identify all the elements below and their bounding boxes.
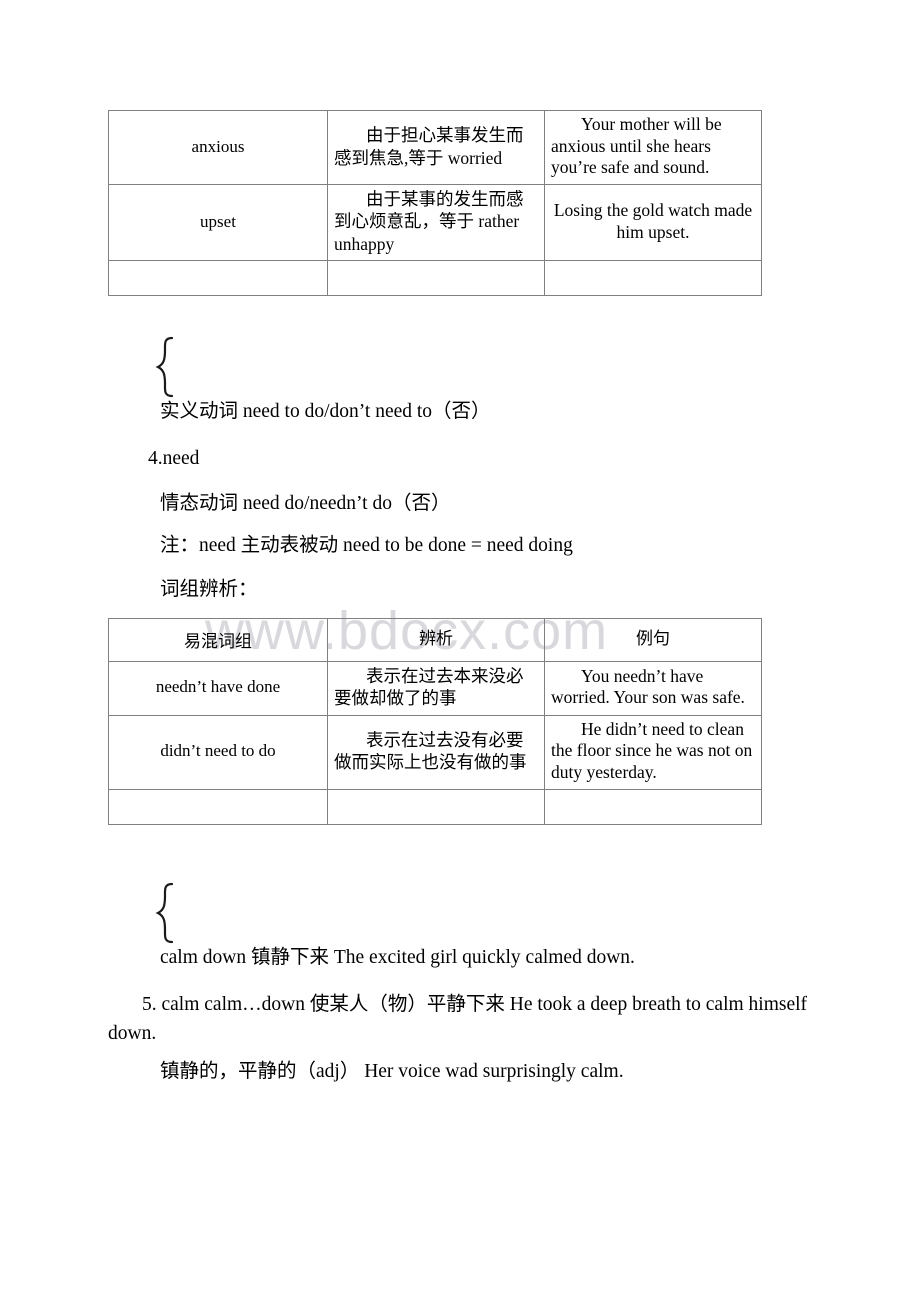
definition-cell: 由于某事的发生而感到心烦意乱，等于 rather unhappy — [327, 184, 545, 262]
document-page: www.bdocx.com anxious 由于担心某事发生而感到焦急,等于 w… — [0, 0, 920, 1302]
table-row: didn’t need to do 表示在过去没有必要做而实际上也没有做的事 H… — [108, 714, 762, 790]
calm-entry-paragraph: 5. calm calm…down 使某人（物）平静下来 He took a d… — [108, 994, 808, 1045]
modal-verb-line: 情态动词 need do/needn’t do（否） — [160, 493, 451, 514]
definition-cell: 由于担心某事发生而感到焦急,等于 worried — [327, 109, 545, 186]
empty-cell — [544, 788, 762, 825]
table-row: anxious 由于担心某事发生而感到焦急,等于 worried Your mo… — [108, 109, 762, 186]
table-header-row: 易混词组 辨析 例句 — [108, 618, 762, 662]
definition-cell: 表示在过去没有必要做而实际上也没有做的事 — [327, 714, 545, 790]
empty-cell — [544, 260, 762, 297]
empty-cell — [108, 788, 328, 825]
term-cell: didn’t need to do — [108, 714, 328, 790]
term-cell: upset — [108, 184, 328, 262]
left-curly-brace-icon — [148, 336, 188, 398]
empty-cell — [327, 260, 545, 297]
table-row-empty — [108, 788, 762, 825]
calm-adjective-line: 镇静的，平静的（adj） Her voice wad surprisingly … — [160, 1061, 624, 1082]
phrase-analysis-subheading: 词组辨析： — [160, 579, 258, 600]
example-cell: Your mother will be anxious until she he… — [544, 109, 762, 186]
table-row: upset 由于某事的发生而感到心烦意乱，等于 rather unhappy L… — [108, 184, 762, 262]
term-cell: anxious — [108, 109, 328, 186]
example-cell: He didn’t need to clean the floor since … — [544, 714, 762, 790]
notional-verb-line: 实义动词 need to do/don’t need to（否） — [160, 401, 491, 422]
adjective-comparison-table: anxious 由于担心某事发生而感到焦急,等于 worried Your mo… — [108, 109, 762, 297]
column-header-phrase: 易混词组 — [108, 618, 328, 662]
table-row-empty — [108, 260, 762, 297]
column-header-example: 例句 — [544, 618, 762, 662]
example-cell: You needn’t have worried. Your son was s… — [544, 661, 762, 716]
need-heading: 4.need — [148, 448, 200, 469]
column-header-analysis: 辨析 — [327, 618, 545, 662]
term-cell: needn’t have done — [108, 661, 328, 716]
phrase-comparison-table: 易混词组 辨析 例句 needn’t have done 表示在过去本来没必要做… — [108, 618, 762, 825]
definition-cell: 表示在过去本来没必要做却做了的事 — [327, 661, 545, 716]
empty-cell — [108, 260, 328, 297]
empty-cell — [327, 788, 545, 825]
left-curly-brace-icon — [148, 882, 188, 944]
example-cell: Losing the gold watch made him upset. — [544, 184, 762, 262]
need-remark-line: 注：need 主动表被动 need to be done = need doin… — [160, 535, 573, 556]
table-row: needn’t have done 表示在过去本来没必要做却做了的事 You n… — [108, 661, 762, 716]
calm-down-line: calm down 镇静下来 The excited girl quickly … — [160, 947, 635, 968]
